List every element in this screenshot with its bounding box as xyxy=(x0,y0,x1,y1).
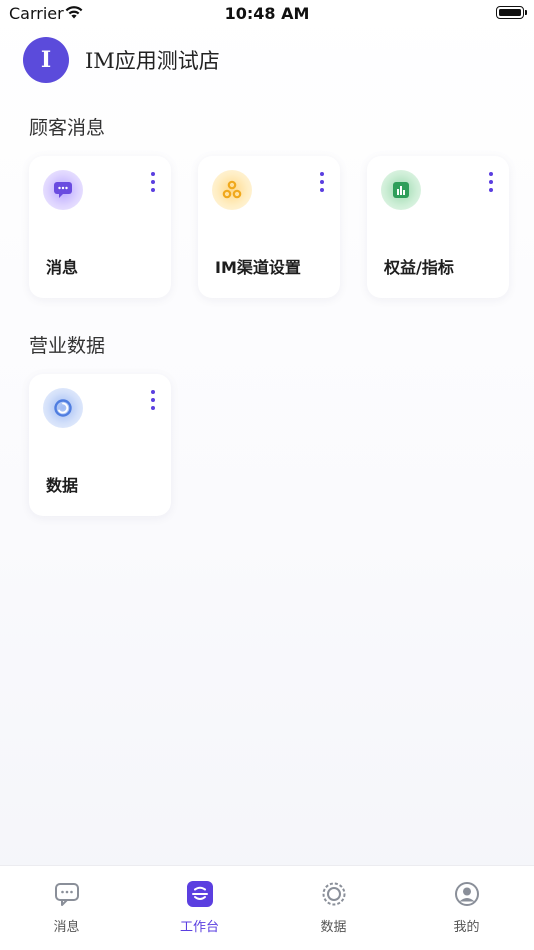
card-im-channel-settings[interactable]: IM渠道设置 xyxy=(198,156,340,298)
tab-messages[interactable]: 消息 xyxy=(0,866,133,950)
channel-settings-icon xyxy=(212,170,252,210)
tab-bar: 消息 工作台 数据 我的 xyxy=(0,865,534,950)
data-tab-icon xyxy=(320,880,348,908)
card-label-rights-metrics: 权益/指标 xyxy=(384,258,454,277)
tab-data[interactable]: 数据 xyxy=(267,866,400,950)
tab-workbench[interactable]: 工作台 xyxy=(133,866,266,950)
card-label-data: 数据 xyxy=(46,476,79,495)
card-rights-metrics[interactable]: 权益/指标 xyxy=(367,156,509,298)
more-options-icon[interactable] xyxy=(487,172,495,192)
profile-tab-icon xyxy=(453,880,481,908)
chart-icon xyxy=(381,170,421,210)
section-title-business-data: 营业数据 xyxy=(29,335,106,357)
tab-label-messages: 消息 xyxy=(53,920,80,935)
clock: 10:48 AM xyxy=(224,4,310,23)
message-icon xyxy=(43,170,83,210)
more-options-icon[interactable] xyxy=(149,390,157,410)
card-messages[interactable]: 消息 xyxy=(29,156,171,298)
section-title-customer-messages: 顾客消息 xyxy=(29,117,106,139)
data-ring-icon xyxy=(43,388,83,428)
battery-icon xyxy=(496,6,527,19)
card-label-im-channel-settings: IM渠道设置 xyxy=(215,258,301,277)
tab-label-data: 数据 xyxy=(320,920,347,935)
status-bar: Carrier 10:48 AM xyxy=(0,0,534,30)
card-data[interactable]: 数据 xyxy=(29,374,171,516)
message-tab-icon xyxy=(53,880,81,908)
avatar: I xyxy=(23,37,69,83)
tab-label-profile: 我的 xyxy=(453,920,480,935)
card-label-messages: 消息 xyxy=(46,258,79,277)
shop-header[interactable]: I IM应用测试店 xyxy=(23,36,220,84)
more-options-icon[interactable] xyxy=(318,172,326,192)
shop-name: IM应用测试店 xyxy=(85,49,220,73)
tab-profile[interactable]: 我的 xyxy=(400,866,533,950)
workbench-tab-icon xyxy=(186,880,214,908)
more-options-icon[interactable] xyxy=(149,172,157,192)
tab-label-workbench: 工作台 xyxy=(179,920,219,935)
